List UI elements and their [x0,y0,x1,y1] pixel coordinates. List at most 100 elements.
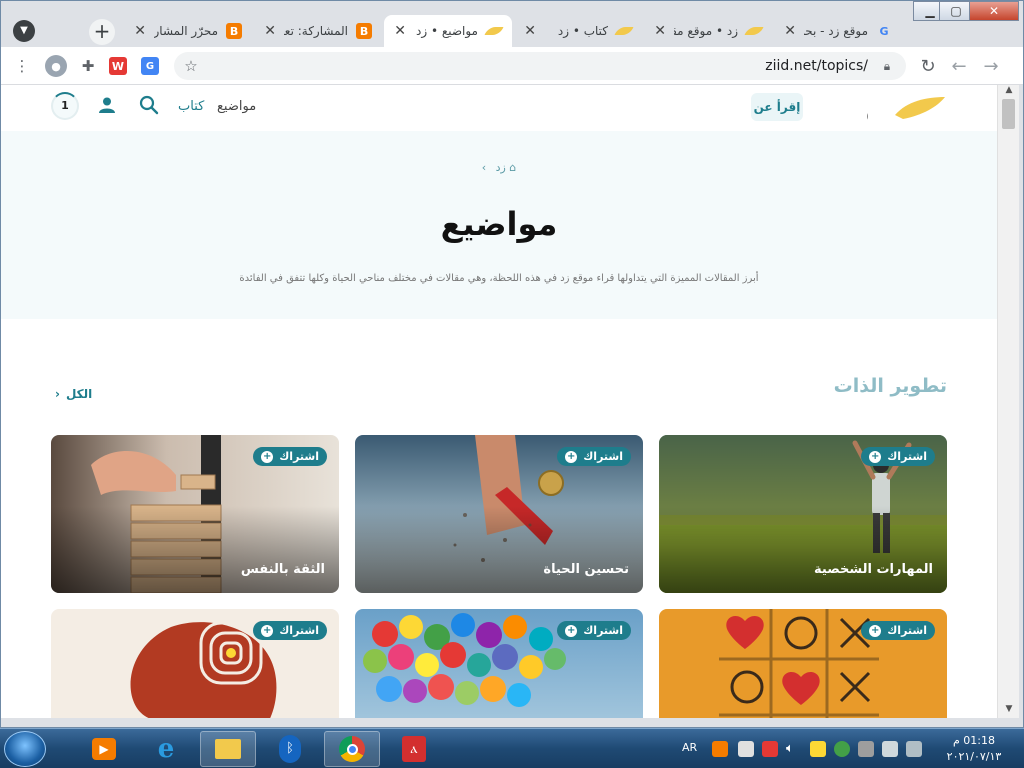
breadcrumb: ⌂ زد › [1,161,997,174]
subscribe-label: اشتراك [583,624,623,637]
topic-card-title: تحسين الحياة [543,562,629,577]
topic-card[interactable]: + اشتراك [659,609,947,718]
chevron-left-icon: ‹ [55,387,60,401]
tab-ziid-topics[interactable]: مواضيع • زد ✕ [384,15,512,47]
file-explorer-taskbar-icon[interactable] [200,731,256,767]
maximize-button[interactable]: ▢ [939,1,973,21]
blogger-icon: B [226,23,242,39]
plus-icon: + [565,450,578,463]
nav-topics-link[interactable]: مواضيع [217,99,256,114]
breadcrumb-home[interactable]: زد [496,161,506,174]
chrome-taskbar-icon[interactable] [324,731,380,767]
subscribe-button[interactable]: + اشتراك [253,447,327,466]
close-icon[interactable]: ✕ [654,23,666,39]
close-window-button[interactable]: ✕ [969,1,1019,21]
close-icon[interactable]: ✕ [134,23,146,39]
network-icon[interactable] [906,741,922,757]
close-icon[interactable]: ✕ [524,23,536,39]
page-subtitle: أبرز المقالات المميزة التي يتداولها قراء… [239,273,759,284]
site-logo[interactable]: زد [845,93,947,125]
breadcrumb-separator: › [481,161,487,174]
home-icon[interactable]: ⌂ [506,161,516,174]
wps-extension-icon[interactable]: W [109,57,127,75]
volume-icon[interactable]: 🔈︎ [786,741,802,757]
subscribe-button[interactable]: + اشتراك [557,621,631,640]
subscribe-label: اشتراك [887,624,927,637]
tab-title: كتاب • زد [557,24,608,38]
bookmark-star-icon[interactable]: ☆ [180,55,202,77]
topic-card[interactable]: + اشتراك الثقة بالنفس [51,435,339,593]
section-title: تطوير الذات [833,375,947,397]
clock[interactable]: 01:18 م ٢٠٢١/٠٧/١٣ [932,733,1016,765]
topic-card-title: الثقة بالنفس [240,562,325,577]
tab-ziid-writers[interactable]: كتاب • زد ✕ [514,15,642,47]
subscribe-button[interactable]: + اشتراك [253,621,327,640]
menu-icon[interactable]: ⋮ [11,55,33,77]
plus-icon: + [261,624,274,637]
tab-strip: ▼ + G موقع زد - بحث ✕ زد • موقع مقالات ✕… [1,1,1023,47]
site-header: زد إقرأ عن مواضيع كتاب 1 [1,85,997,131]
plus-icon: + [261,450,274,463]
tray-icon-3[interactable] [762,741,778,757]
clock-date: ٢٠٢١/٠٧/١٣ [946,750,1002,763]
windows-taskbar: ▶ e ᛒ ⲁ AR 🔈︎ 01:18 م ٢٠٢١/٠٧/١٣ [0,728,1024,768]
lock-icon[interactable]: 🔒︎ [876,55,898,77]
new-tab-button[interactable]: + [89,19,115,45]
address-bar[interactable]: ☆ ziid.net/topics/ 🔒︎ [174,52,906,80]
tab-title: زد • موقع مقالات [674,24,738,38]
pdf-reader-taskbar-icon[interactable]: ⲁ [386,731,442,767]
topic-card-title: المهارات الشخصية [814,562,933,577]
vertical-scrollbar[interactable]: ▲ ▼ [997,85,1019,718]
tab-blogger-posts[interactable]: B محرّر المشاركات ✕ [124,15,252,47]
subscribe-button[interactable]: + اشتراك [861,621,935,640]
clock-time: 01:18 م [952,734,995,747]
scroll-down-arrow[interactable]: ▼ [998,704,1020,718]
close-icon[interactable]: ✕ [784,23,796,39]
reload-icon[interactable]: ↻ [917,55,939,77]
tab-title: المشاركة: تعديل [284,24,348,38]
back-icon[interactable]: ← [948,55,970,77]
tray-icon-1[interactable] [712,741,728,757]
subscribe-label: اشتراك [887,450,927,463]
subscribe-label: اشتراك [279,450,319,463]
language-indicator[interactable]: AR [682,741,697,754]
media-player-taskbar-icon[interactable]: ▶ [76,731,132,767]
topic-card[interactable]: + اشتراك [51,609,339,718]
profile-avatar[interactable]: ● [45,55,67,77]
topic-card[interactable]: + اشتراك [355,609,643,718]
tray-icon-5[interactable] [834,741,850,757]
tray-icon-2[interactable] [738,741,754,757]
search-icon[interactable] [139,95,159,115]
extensions-icon[interactable]: ✚ [77,55,99,77]
tray-icon-6[interactable] [858,741,874,757]
see-all-link[interactable]: الكل ‹ [55,387,92,401]
scroll-thumb[interactable] [1002,99,1015,129]
close-icon[interactable]: ✕ [264,23,276,39]
see-all-label: الكل [65,387,93,401]
scroll-up-arrow[interactable]: ▲ [998,85,1020,99]
plus-icon: + [869,450,882,463]
subscribe-button[interactable]: + اشتراك [557,447,631,466]
user-icon[interactable] [98,96,116,114]
notification-badge[interactable]: 1 [51,92,79,120]
nav-writers-link[interactable]: كتاب [178,99,204,114]
tray-icon-7[interactable] [882,741,898,757]
url-text[interactable]: ziid.net/topics/ [765,58,868,74]
tab-blogger-edit[interactable]: B المشاركة: تعديل ✕ [254,15,382,47]
tab-search-button[interactable]: ▼ [13,20,35,42]
forward-icon[interactable]: → [980,55,1002,77]
close-icon[interactable]: ✕ [394,23,406,39]
translate-extension-icon[interactable]: G [141,57,159,75]
tab-google-search[interactable]: G موقع زد - بحث ✕ [774,15,902,47]
google-icon: G [879,24,889,38]
topic-card[interactable]: + اشتراك تحسين الحياة [355,435,643,593]
read-about-button[interactable]: إقرأ عن [751,93,803,121]
tab-ziid-home[interactable]: زد • موقع مقالات ✕ [644,15,772,47]
bluetooth-taskbar-icon[interactable]: ᛒ [262,731,318,767]
internet-explorer-taskbar-icon[interactable]: e [138,731,194,767]
subscribe-label: اشتراك [583,450,623,463]
start-button[interactable] [4,731,46,767]
tray-icon-4[interactable] [810,741,826,757]
subscribe-button[interactable]: + اشتراك [861,447,935,466]
topic-card[interactable]: + اشتراك المهارات الشخصية [659,435,947,593]
